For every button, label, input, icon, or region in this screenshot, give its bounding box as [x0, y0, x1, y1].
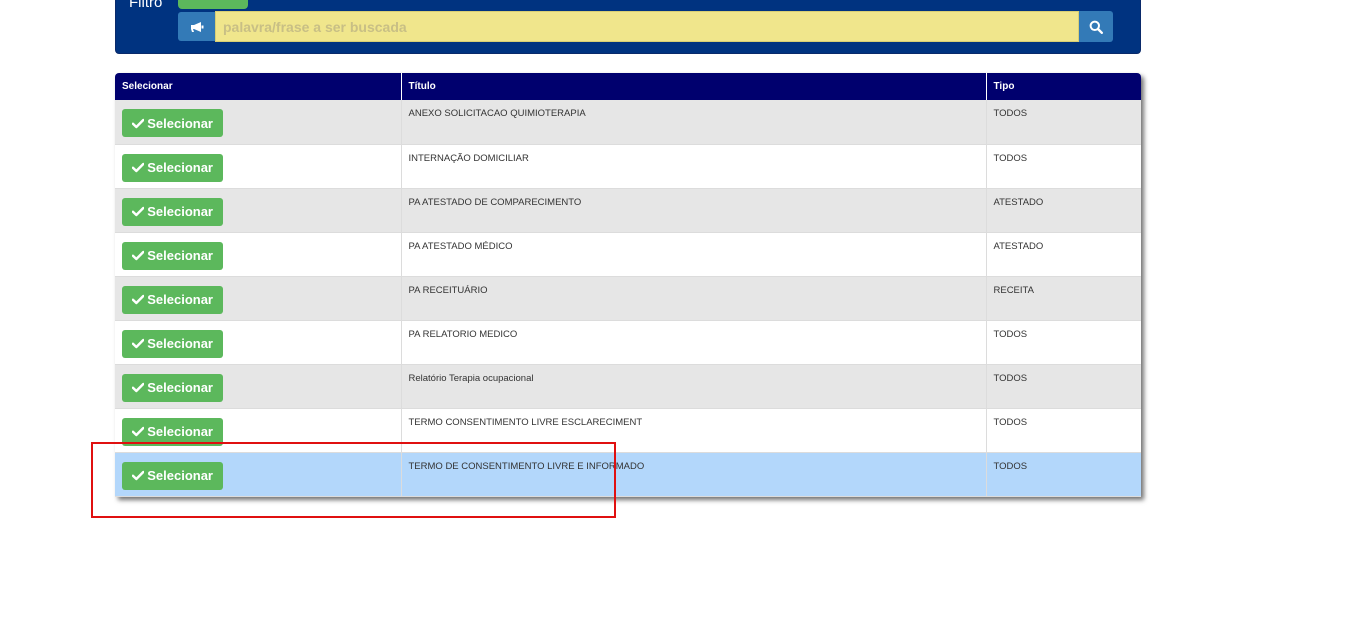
select-button[interactable]: Selecionar: [122, 197, 223, 226]
table-row[interactable]: Selecionar INTERNAÇÃO DOMICILIAR TODOS: [115, 144, 1141, 189]
select-cell: Selecionar: [115, 408, 402, 453]
tipo-cell: TODOS: [986, 100, 1141, 145]
table-row[interactable]: Selecionar PA ATESTADO DE COMPARECIMENTO A…: [115, 188, 1141, 233]
select-cell: Selecionar: [115, 188, 402, 233]
select-button[interactable]: Selecionar: [122, 373, 223, 402]
check-icon: [132, 426, 145, 437]
check-icon: [132, 162, 145, 173]
check-icon: [132, 206, 145, 217]
page: Filtro Selecionar Título Tipo: [0, 0, 1345, 641]
check-icon: [132, 470, 145, 481]
results-table: Selecionar Título Tipo Selecionar ANEXO S…: [115, 73, 1141, 497]
tipo-cell: TODOS: [986, 408, 1141, 453]
titulo-cell: INTERNAÇÃO DOMICILIAR: [401, 144, 987, 189]
titulo-cell: TERMO DE CONSENTIMENTO LIVRE E INFORMADO: [401, 452, 987, 497]
tipo-cell: ATESTADO: [986, 232, 1141, 277]
titulo-cell: ANEXO SOLICITACAO QUIMIOTERAPIA: [401, 100, 987, 145]
titulo-cell: Relatório Terapia ocupacional: [401, 364, 987, 409]
tipo-cell: TODOS: [986, 320, 1141, 365]
header-selecionar: Selecionar: [115, 73, 402, 100]
titulo-cell: PA ATESTADO DE COMPARECIMENTO: [401, 188, 987, 233]
select-button[interactable]: Selecionar: [122, 417, 223, 446]
header-titulo: Título: [401, 73, 987, 100]
check-icon: [132, 382, 145, 393]
check-icon: [132, 250, 145, 261]
check-icon: [132, 294, 145, 305]
tipo-cell: TODOS: [986, 452, 1141, 497]
titulo-cell: PA RECEITUÁRIO: [401, 276, 987, 321]
bullhorn-icon: [190, 21, 203, 32]
select-button-label: Selecionar: [147, 380, 213, 395]
filter-type-button[interactable]: [178, 12, 215, 41]
select-cell: Selecionar: [115, 364, 402, 409]
table-row[interactable]: Selecionar TERMO CONSENTIMENTO LIVRE ESCL…: [115, 408, 1141, 453]
select-cell: Selecionar: [115, 100, 402, 145]
select-cell: Selecionar: [115, 320, 402, 365]
table-header-row: Selecionar Título Tipo: [115, 73, 1141, 100]
select-button-label: Selecionar: [147, 468, 213, 483]
select-button-label: Selecionar: [147, 336, 213, 351]
tipo-cell: TODOS: [986, 364, 1141, 409]
select-button[interactable]: Selecionar: [122, 461, 223, 490]
select-button[interactable]: Selecionar: [122, 109, 223, 137]
titulo-cell: PA RELATORIO MEDICO: [401, 320, 987, 365]
select-button-label: Selecionar: [147, 292, 213, 307]
select-button[interactable]: Selecionar: [122, 285, 223, 314]
select-button-label: Selecionar: [147, 115, 213, 131]
tipo-cell: RECEITA: [986, 276, 1141, 321]
table-row[interactable]: Selecionar PA RELATORIO MEDICO TODOS: [115, 320, 1141, 365]
table-row[interactable]: Selecionar TERMO DE CONSENTIMENTO LIVRE E…: [115, 452, 1141, 497]
check-icon: [132, 338, 145, 349]
select-button-label: Selecionar: [147, 204, 213, 219]
tipo-cell: ATESTADO: [986, 188, 1141, 233]
search-icon: [1089, 20, 1103, 34]
filter-label: Filtro: [129, 0, 163, 11]
filter-toggle-tab[interactable]: [178, 0, 248, 9]
table-row[interactable]: Selecionar Relatório Terapia ocupacional T…: [115, 364, 1141, 409]
table-body: Selecionar ANEXO SOLICITACAO QUIMIOTERAPI…: [115, 100, 1141, 497]
tipo-cell: TODOS: [986, 144, 1141, 189]
filter-panel: Filtro: [115, 0, 1141, 54]
table-row[interactable]: Selecionar PA ATESTADO MÉDICO ATESTADO: [115, 232, 1141, 277]
header-tipo: Tipo: [986, 73, 1141, 100]
select-button[interactable]: Selecionar: [122, 241, 223, 270]
select-button-label: Selecionar: [147, 160, 213, 175]
titulo-cell: PA ATESTADO MÉDICO: [401, 232, 987, 277]
select-button-label: Selecionar: [147, 248, 213, 263]
table-row[interactable]: Selecionar PA RECEITUÁRIO RECEITA: [115, 276, 1141, 321]
select-cell: Selecionar: [115, 276, 402, 321]
select-button[interactable]: Selecionar: [122, 329, 223, 358]
select-cell: Selecionar: [115, 452, 402, 497]
select-button-label: Selecionar: [147, 424, 213, 439]
titulo-cell: TERMO CONSENTIMENTO LIVRE ESCLARECIMENT: [401, 408, 987, 453]
search-input[interactable]: [215, 11, 1079, 42]
search-button[interactable]: [1079, 11, 1113, 42]
select-cell: Selecionar: [115, 144, 402, 189]
select-button[interactable]: Selecionar: [122, 153, 223, 182]
select-cell: Selecionar: [115, 232, 402, 277]
table-row[interactable]: Selecionar ANEXO SOLICITACAO QUIMIOTERAPI…: [115, 100, 1141, 145]
check-icon: [132, 118, 145, 128]
